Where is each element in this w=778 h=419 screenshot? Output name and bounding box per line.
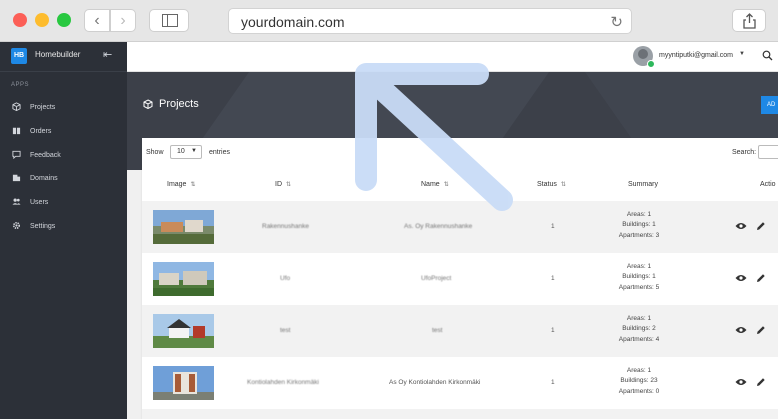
browser-toolbar: ‹ › yourdomain.com ↻ (0, 0, 778, 42)
pencil-icon[interactable] (756, 273, 766, 283)
chevron-down-icon[interactable]: ▼ (739, 51, 745, 57)
page-length-select[interactable]: 10 ▼ (170, 145, 202, 159)
online-status-icon (647, 60, 655, 68)
project-thumbnail[interactable] (153, 210, 214, 244)
column-header-status[interactable]: Status ⇅ (537, 181, 566, 188)
project-status: 1 (551, 327, 555, 334)
sidebar-item-label: Settings (30, 222, 56, 230)
project-id: Ufo (280, 275, 291, 282)
project-thumbnail[interactable] (153, 366, 214, 400)
column-header-image[interactable]: Image ⇅ (167, 181, 196, 188)
brand-logo: HB (11, 48, 27, 64)
page-title-text: Projects (159, 98, 199, 110)
table-row (142, 409, 778, 419)
sidebar-item-feedback[interactable]: Feedback (0, 144, 127, 168)
eye-icon[interactable] (735, 274, 747, 282)
back-button[interactable]: ‹ (84, 9, 110, 32)
project-summary: Areas: 1 Buildings: 1 Apartments: 3 (618, 211, 660, 239)
entries-label: entries (209, 149, 231, 156)
chevron-down-icon: ▼ (191, 148, 197, 154)
table-row: test test 1 Areas: 1 Buildings: 2 Apartm… (142, 305, 778, 357)
sidebar-item-label: Domains (30, 175, 58, 183)
project-name: UfoProject (421, 275, 452, 282)
user-email[interactable]: myyntiputki@gmail.com (659, 52, 733, 59)
sidebar-icon (162, 14, 178, 27)
show-label: Show (146, 149, 164, 156)
column-header-summary: Summary (628, 181, 658, 188)
collapse-sidebar-icon[interactable]: ⇤ (103, 48, 112, 61)
sidebar-item-label: Orders (30, 127, 52, 135)
column-header-name[interactable]: Name ⇅ (421, 181, 449, 188)
table-row: Ufo UfoProject 1 Areas: 1 Buildings: 1 A… (142, 253, 778, 305)
column-header-id[interactable]: ID ⇅ (275, 181, 291, 188)
cube-icon (12, 102, 21, 111)
eye-icon[interactable] (735, 222, 747, 230)
chevron-right-icon: › (120, 12, 126, 29)
project-summary: Areas: 1 Buildings: 23 Apartments: 0 (618, 367, 660, 395)
sidebar-item-projects[interactable]: Projects (0, 96, 127, 120)
project-id: test (280, 327, 291, 334)
minimize-window-button[interactable] (35, 13, 49, 27)
users-icon (12, 198, 21, 205)
add-project-button[interactable]: AD (761, 96, 778, 114)
projects-table-card: Show 10 ▼ entries Search: Image ⇅ ID ⇅ Nam… (142, 138, 778, 419)
cube-icon (143, 99, 153, 109)
address-bar[interactable]: yourdomain.com ↻ (228, 8, 632, 34)
reload-icon[interactable]: ↻ (610, 13, 623, 31)
project-summary: Areas: 1 Buildings: 1 Apartments: 5 (618, 263, 660, 291)
sidebar-item-label: Feedback (30, 151, 61, 159)
sort-icon: ⇅ (190, 182, 196, 188)
app-header: myyntiputki@gmail.com ▼ (127, 42, 778, 72)
sidebar-item-users[interactable]: Users (0, 191, 127, 215)
sort-icon: ⇅ (443, 182, 449, 188)
sidebar-item-orders[interactable]: Orders (0, 120, 127, 144)
share-icon (743, 13, 756, 29)
pencil-icon[interactable] (756, 325, 766, 335)
sidebar: HB Homebuilder ⇤ APPS Projects Orders Fe… (0, 42, 127, 419)
eye-icon[interactable] (735, 378, 747, 386)
eye-icon[interactable] (735, 326, 747, 334)
project-status: 1 (551, 223, 555, 230)
sidebar-section-label: APPS (11, 82, 30, 88)
project-id: Kontiolahden Kirkonmäki (247, 379, 319, 386)
table-row: Kontiolahden Kirkonmäki As Oy Kontiolahd… (142, 357, 778, 409)
sidebar-item-label: Users (30, 199, 49, 207)
table-row: Rakennushanke As. Oy Rakennushanke 1 Are… (142, 201, 778, 253)
url-text: yourdomain.com (241, 14, 345, 30)
sort-icon: ⇅ (286, 182, 292, 188)
pencil-icon[interactable] (756, 221, 766, 231)
project-status: 1 (551, 275, 555, 282)
project-name: test (432, 327, 443, 334)
sidebar-brand: HB Homebuilder ⇤ (0, 42, 127, 72)
sidebar-item-domains[interactable]: Domains (0, 167, 127, 191)
sidebar-toggle-button[interactable] (149, 9, 189, 32)
book-icon (12, 127, 21, 134)
sidebar-item-label: Projects (30, 104, 56, 111)
gear-icon (12, 221, 21, 229)
project-thumbnail[interactable] (153, 262, 214, 296)
project-name: As. Oy Rakennushanke (404, 223, 473, 230)
sidebar-item-settings[interactable]: Settings (0, 215, 127, 239)
page-length-value: 10 (177, 148, 185, 155)
building-icon (12, 175, 21, 182)
brand-name: Homebuilder (35, 50, 81, 59)
project-status: 1 (551, 379, 555, 386)
share-button[interactable] (732, 9, 766, 32)
sort-icon: ⇅ (560, 182, 566, 188)
search-icon[interactable] (762, 50, 773, 61)
project-id: Rakennushanke (262, 223, 309, 230)
message-icon (12, 150, 21, 159)
search-label: Search: (732, 149, 757, 156)
project-summary: Areas: 1 Buildings: 2 Apartments: 4 (618, 315, 660, 343)
forward-button[interactable]: › (110, 9, 136, 32)
maximize-window-button[interactable] (57, 13, 71, 27)
search-input[interactable] (758, 145, 778, 159)
project-thumbnail[interactable] (153, 314, 214, 348)
close-window-button[interactable] (13, 13, 27, 27)
project-name: As Oy Kontiolahden Kirkonmäki (389, 379, 481, 386)
column-header-actions: Actio (760, 181, 776, 188)
pencil-icon[interactable] (756, 377, 766, 387)
chevron-left-icon: ‹ (94, 12, 100, 29)
page-title: Projects (143, 98, 199, 110)
